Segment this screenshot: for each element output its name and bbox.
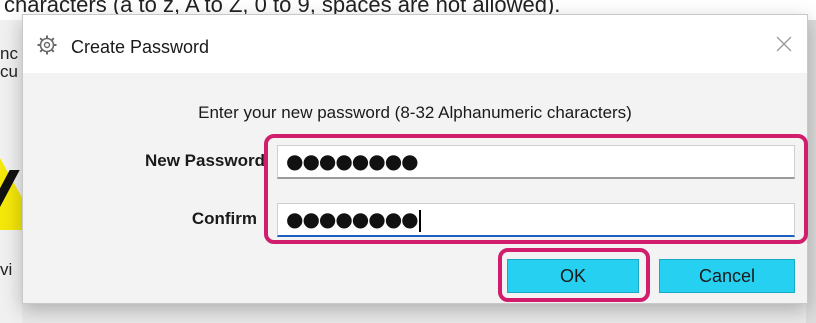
gear-app-icon bbox=[37, 35, 57, 55]
background-left-panel: nc cu vi bbox=[0, 20, 40, 323]
new-password-value: ●●●●●●●● bbox=[286, 149, 419, 173]
text-caret bbox=[418, 209, 421, 232]
background-fragment: nc bbox=[0, 44, 18, 63]
background-fragment: cu bbox=[0, 62, 18, 81]
new-password-label: New Password bbox=[145, 151, 265, 170]
close-button[interactable] bbox=[767, 29, 801, 63]
create-password-dialog: Create Password Enter your new password … bbox=[22, 14, 808, 304]
dialog-title: Create Password bbox=[71, 37, 210, 57]
confirm-password-label: Confirm bbox=[191, 209, 257, 228]
confirm-password-value: ●●●●●●●● bbox=[286, 207, 419, 231]
dialog-titlebar[interactable]: Create Password bbox=[23, 15, 807, 73]
ok-button[interactable]: OK bbox=[507, 259, 639, 293]
background-fragment: vi bbox=[0, 260, 13, 279]
password-instructions: Enter your new password (8-32 Alphanumer… bbox=[198, 103, 632, 122]
cancel-button[interactable]: Cancel bbox=[659, 259, 795, 293]
ok-button-label: OK bbox=[559, 265, 586, 286]
new-password-field[interactable]: ●●●●●●●● bbox=[277, 145, 795, 179]
confirm-password-field[interactable]: ●●●●●●●● bbox=[277, 203, 795, 237]
close-icon bbox=[776, 36, 792, 57]
cancel-button-label: Cancel bbox=[698, 265, 756, 286]
